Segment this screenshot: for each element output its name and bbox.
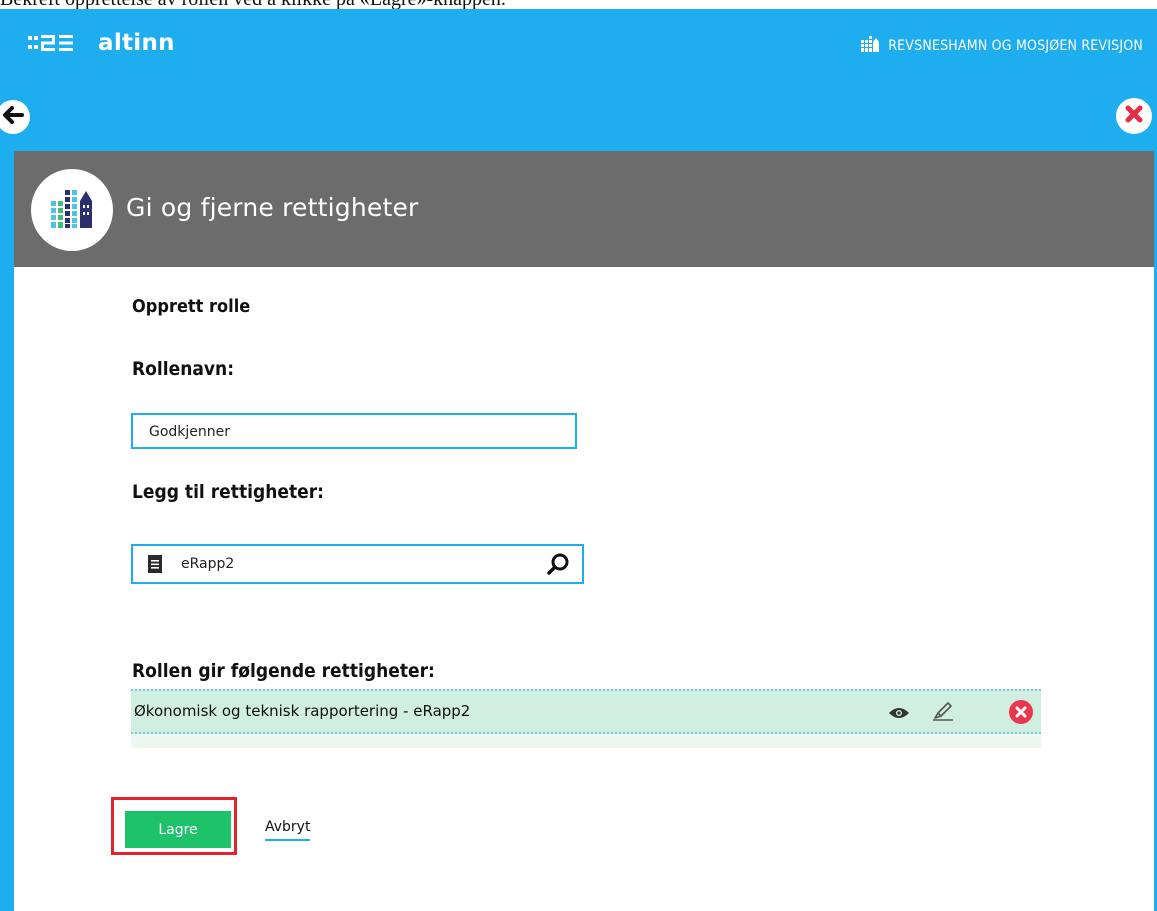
eye-icon[interactable] bbox=[888, 705, 910, 724]
back-button[interactable] bbox=[0, 100, 30, 134]
rights-search-field[interactable] bbox=[131, 544, 584, 584]
granted-rights-label: Rollen gir følgende rettigheter: bbox=[132, 660, 435, 682]
navigation-bar bbox=[0, 69, 1157, 151]
create-role-heading: Opprett rolle bbox=[132, 296, 251, 317]
buildings-icon bbox=[49, 187, 95, 233]
back-arrow-icon bbox=[2, 106, 24, 128]
role-name-label: Rollenavn: bbox=[132, 358, 235, 380]
rights-list-item-footer bbox=[131, 734, 1041, 748]
rights-search-input[interactable] bbox=[179, 555, 523, 573]
panel-icon-circle bbox=[31, 169, 113, 251]
altinn-logo-icon bbox=[28, 33, 86, 53]
frame-left-border bbox=[0, 151, 14, 911]
top-bar: altinn REVSNESHAMN OG MOSJØEN REVISJON bbox=[0, 9, 1157, 69]
add-rights-label: Legg til rettigheter: bbox=[132, 481, 325, 503]
organization-name: REVSNESHAMN OG MOSJØEN REVISJON bbox=[888, 38, 1143, 54]
altinn-logo[interactable]: altinn bbox=[28, 30, 175, 56]
edit-icon[interactable] bbox=[931, 700, 955, 726]
role-name-input[interactable] bbox=[147, 423, 551, 441]
save-button[interactable]: Lagre bbox=[125, 811, 231, 848]
role-name-field[interactable] bbox=[131, 413, 577, 449]
organization-selector[interactable]: REVSNESHAMN OG MOSJØEN REVISJON bbox=[861, 36, 1143, 56]
document-icon bbox=[147, 554, 163, 578]
altinn-logo-text: altinn bbox=[98, 30, 175, 56]
rights-list-item: Økonomisk og teknisk rapportering - eRap… bbox=[131, 689, 1041, 734]
building-icon bbox=[861, 36, 880, 56]
close-icon bbox=[1125, 105, 1143, 127]
search-icon[interactable] bbox=[546, 552, 570, 580]
panel-title: Gi og fjerne rettigheter bbox=[126, 193, 419, 222]
close-button[interactable] bbox=[1116, 98, 1152, 134]
panel-header: Gi og fjerne rettigheter bbox=[14, 151, 1154, 267]
right-name: Økonomisk og teknisk rapportering - eRap… bbox=[134, 702, 471, 720]
remove-icon[interactable] bbox=[1009, 700, 1033, 724]
create-role-form: Opprett rolle Rollenavn: Legg til rettig… bbox=[14, 267, 1154, 911]
cancel-link[interactable]: Avbryt bbox=[265, 819, 311, 841]
